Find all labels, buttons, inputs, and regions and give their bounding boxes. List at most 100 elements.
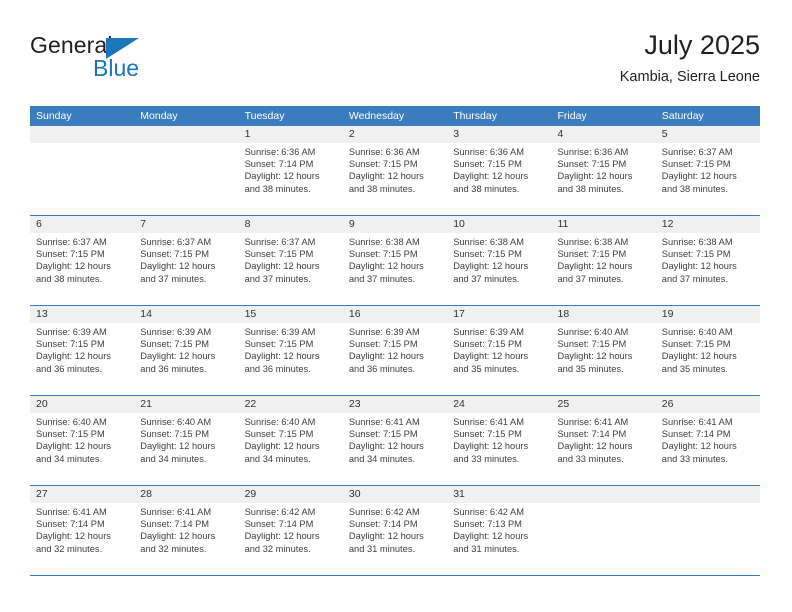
sunrise-text: Sunrise: 6:41 AM <box>661 417 733 427</box>
calendar-day-cell[interactable]: 14 Sunrise: 6:39 AM Sunset: 7:15 PM Dayl… <box>134 305 239 396</box>
daylight-text: Daylight: 12 hours and 37 minutes. <box>557 261 633 284</box>
calendar-day-cell[interactable]: 22 Sunrise: 6:40 AM Sunset: 7:15 PM Dayl… <box>238 395 343 486</box>
calendar-day-cell[interactable]: 8 Sunrise: 6:37 AM Sunset: 7:15 PM Dayli… <box>238 215 343 306</box>
day-details: Sunrise: 6:41 AM Sunset: 7:14 PM Dayligh… <box>656 413 760 465</box>
calendar-day-cell[interactable]: 30 Sunrise: 6:42 AM Sunset: 7:14 PM Dayl… <box>342 485 448 576</box>
daylight-text: Daylight: 12 hours and 34 minutes. <box>140 441 216 464</box>
calendar-day-cell[interactable]: 25 Sunrise: 6:41 AM Sunset: 7:14 PM Dayl… <box>551 395 656 486</box>
sunset-text: Sunset: 7:14 PM <box>244 159 314 170</box>
day-details: Sunrise: 6:36 AM Sunset: 7:14 PM Dayligh… <box>239 143 343 195</box>
daylight-text: Daylight: 12 hours and 32 minutes. <box>140 531 216 554</box>
day-number <box>30 126 135 143</box>
calendar-day-cell[interactable]: 15 Sunrise: 6:39 AM Sunset: 7:15 PM Dayl… <box>238 305 343 396</box>
sunset-text: Sunset: 7:15 PM <box>36 339 105 350</box>
daylight-text: Daylight: 12 hours and 35 minutes. <box>661 351 737 374</box>
calendar-page: General Blue July 2025 Kambia, Sierra Le… <box>0 0 792 612</box>
day-number: 23 <box>342 396 448 413</box>
sunset-text: Sunset: 7:15 PM <box>348 249 418 260</box>
calendar-week-row: 13 Sunrise: 6:39 AM Sunset: 7:15 PM Dayl… <box>30 305 760 396</box>
day-details: Sunrise: 6:42 AM Sunset: 7:14 PM Dayligh… <box>239 503 343 555</box>
calendar-day-cell <box>551 485 656 576</box>
sunrise-text: Sunrise: 6:37 AM <box>36 237 107 247</box>
calendar-day-cell[interactable]: 1 Sunrise: 6:36 AM Sunset: 7:14 PM Dayli… <box>238 126 343 216</box>
sunset-text: Sunset: 7:15 PM <box>453 249 522 260</box>
day-number: 22 <box>238 396 343 413</box>
day-number: 13 <box>30 306 135 323</box>
calendar-day-cell[interactable]: 3 Sunrise: 6:36 AM Sunset: 7:15 PM Dayli… <box>447 126 552 216</box>
sunset-text: Sunset: 7:14 PM <box>557 429 627 440</box>
calendar-day-cell[interactable]: 23 Sunrise: 6:41 AM Sunset: 7:15 PM Dayl… <box>342 395 448 486</box>
sunrise-text: Sunrise: 6:42 AM <box>348 507 420 517</box>
sunrise-text: Sunrise: 6:36 AM <box>557 147 629 157</box>
calendar-header-row: Sunday Monday Tuesday Wednesday Thursday… <box>30 106 760 126</box>
daylight-text: Daylight: 12 hours and 37 minutes. <box>140 261 216 284</box>
calendar-day-cell[interactable]: 7 Sunrise: 6:37 AM Sunset: 7:15 PM Dayli… <box>134 215 239 306</box>
day-number: 4 <box>551 126 656 143</box>
daylight-text: Daylight: 12 hours and 33 minutes. <box>557 441 633 464</box>
calendar-day-cell[interactable]: 19 Sunrise: 6:40 AM Sunset: 7:15 PM Dayl… <box>655 305 760 396</box>
day-details: Sunrise: 6:40 AM Sunset: 7:15 PM Dayligh… <box>30 413 134 465</box>
sunrise-text: Sunrise: 6:36 AM <box>453 147 524 157</box>
calendar-day-cell[interactable]: 12 Sunrise: 6:38 AM Sunset: 7:15 PM Dayl… <box>655 215 760 306</box>
calendar-day-cell[interactable]: 24 Sunrise: 6:41 AM Sunset: 7:15 PM Dayl… <box>447 395 552 486</box>
calendar-day-cell[interactable]: 18 Sunrise: 6:40 AM Sunset: 7:15 PM Dayl… <box>551 305 656 396</box>
page-subtitle: Kambia, Sierra Leone <box>619 69 760 85</box>
day-details: Sunrise: 6:40 AM Sunset: 7:15 PM Dayligh… <box>239 413 343 465</box>
calendar-day-cell[interactable]: 2 Sunrise: 6:36 AM Sunset: 7:15 PM Dayli… <box>342 126 448 216</box>
sunrise-text: Sunrise: 6:39 AM <box>348 327 420 337</box>
weekday-header-saturday: Saturday <box>655 106 760 126</box>
calendar-day-cell[interactable]: 16 Sunrise: 6:39 AM Sunset: 7:15 PM Dayl… <box>342 305 448 396</box>
calendar-day-cell[interactable]: 29 Sunrise: 6:42 AM Sunset: 7:14 PM Dayl… <box>238 485 343 576</box>
brand-name-general: General <box>30 32 113 58</box>
day-number: 12 <box>655 216 760 233</box>
weekday-header-monday: Monday <box>134 106 239 126</box>
daylight-text: Daylight: 12 hours and 36 minutes. <box>244 351 320 374</box>
calendar-day-cell[interactable]: 27 Sunrise: 6:41 AM Sunset: 7:14 PM Dayl… <box>30 485 135 576</box>
day-details: Sunrise: 6:38 AM Sunset: 7:15 PM Dayligh… <box>551 233 655 285</box>
daylight-text: Daylight: 12 hours and 37 minutes. <box>453 261 529 284</box>
day-number <box>655 486 760 503</box>
day-number: 18 <box>551 306 656 323</box>
day-details: Sunrise: 6:38 AM Sunset: 7:15 PM Dayligh… <box>656 233 760 285</box>
daylight-text: Daylight: 12 hours and 32 minutes. <box>36 531 111 554</box>
sunrise-text: Sunrise: 6:41 AM <box>557 417 629 427</box>
day-number: 21 <box>134 396 239 413</box>
day-details: Sunrise: 6:39 AM Sunset: 7:15 PM Dayligh… <box>343 323 447 375</box>
calendar-day-cell[interactable]: 28 Sunrise: 6:41 AM Sunset: 7:14 PM Dayl… <box>134 485 239 576</box>
day-number: 14 <box>134 306 239 323</box>
daylight-text: Daylight: 12 hours and 38 minutes. <box>557 171 633 194</box>
calendar-day-cell[interactable]: 10 Sunrise: 6:38 AM Sunset: 7:15 PM Dayl… <box>447 215 552 306</box>
calendar-day-cell[interactable]: 9 Sunrise: 6:38 AM Sunset: 7:15 PM Dayli… <box>342 215 448 306</box>
calendar-day-cell <box>134 126 239 216</box>
day-details: Sunrise: 6:37 AM Sunset: 7:15 PM Dayligh… <box>656 143 760 195</box>
calendar-day-cell[interactable]: 5 Sunrise: 6:37 AM Sunset: 7:15 PM Dayli… <box>655 126 760 216</box>
calendar-day-cell[interactable]: 11 Sunrise: 6:38 AM Sunset: 7:15 PM Dayl… <box>551 215 656 306</box>
day-number: 17 <box>447 306 552 323</box>
day-details: Sunrise: 6:39 AM Sunset: 7:15 PM Dayligh… <box>134 323 238 375</box>
day-details: Sunrise: 6:37 AM Sunset: 7:15 PM Dayligh… <box>239 233 343 285</box>
day-number: 10 <box>447 216 552 233</box>
sunset-text: Sunset: 7:15 PM <box>140 429 210 440</box>
sunrise-text: Sunrise: 6:37 AM <box>140 237 212 247</box>
calendar-day-cell[interactable]: 31 Sunrise: 6:42 AM Sunset: 7:13 PM Dayl… <box>447 485 552 576</box>
calendar-day-cell[interactable]: 6 Sunrise: 6:37 AM Sunset: 7:15 PM Dayli… <box>30 215 135 306</box>
calendar-day-cell[interactable]: 21 Sunrise: 6:40 AM Sunset: 7:15 PM Dayl… <box>134 395 239 486</box>
day-number: 7 <box>134 216 239 233</box>
sunrise-text: Sunrise: 6:39 AM <box>36 327 107 337</box>
sunrise-text: Sunrise: 6:40 AM <box>244 417 316 427</box>
calendar-day-cell[interactable]: 4 Sunrise: 6:36 AM Sunset: 7:15 PM Dayli… <box>551 126 656 216</box>
daylight-text: Daylight: 12 hours and 36 minutes. <box>348 351 424 374</box>
sunset-text: Sunset: 7:15 PM <box>557 249 627 260</box>
calendar-day-cell[interactable]: 17 Sunrise: 6:39 AM Sunset: 7:15 PM Dayl… <box>447 305 552 396</box>
day-details: Sunrise: 6:36 AM Sunset: 7:15 PM Dayligh… <box>447 143 551 195</box>
calendar-day-cell[interactable]: 13 Sunrise: 6:39 AM Sunset: 7:15 PM Dayl… <box>30 305 135 396</box>
sunrise-text: Sunrise: 6:41 AM <box>348 417 420 427</box>
daylight-text: Daylight: 12 hours and 35 minutes. <box>557 351 633 374</box>
sunset-text: Sunset: 7:15 PM <box>348 159 418 170</box>
day-number: 20 <box>30 396 135 413</box>
calendar-day-cell <box>30 126 135 216</box>
sunrise-text: Sunrise: 6:39 AM <box>453 327 524 337</box>
calendar-day-cell[interactable]: 20 Sunrise: 6:40 AM Sunset: 7:15 PM Dayl… <box>30 395 135 486</box>
calendar-day-cell[interactable]: 26 Sunrise: 6:41 AM Sunset: 7:14 PM Dayl… <box>655 395 760 486</box>
day-details: Sunrise: 6:39 AM Sunset: 7:15 PM Dayligh… <box>239 323 343 375</box>
